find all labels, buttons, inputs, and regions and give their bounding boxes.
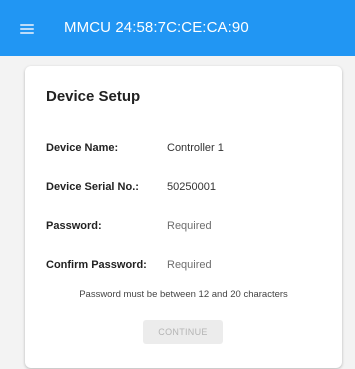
app-bar: MMCU 24:58:7C:CE:CA:90	[0, 0, 355, 56]
serial-number-label: Device Serial No.:	[46, 181, 139, 193]
device-setup-card: Device Setup Device Name: Controller 1 D…	[25, 66, 342, 368]
confirm-password-label: Confirm Password:	[46, 259, 147, 271]
device-name-field[interactable]: Controller 1	[167, 142, 224, 154]
device-name-label: Device Name:	[46, 142, 119, 154]
app-title: MMCU 24:58:7C:CE:CA:90	[64, 19, 249, 36]
serial-number-value: 50250001	[167, 181, 216, 193]
card-title: Device Setup	[46, 88, 141, 105]
continue-button[interactable]: CONTINUE	[143, 320, 223, 344]
confirm-password-field[interactable]: Required	[167, 259, 212, 271]
password-hint: Password must be between 12 and 20 chara…	[79, 289, 288, 300]
password-field[interactable]: Required	[167, 220, 212, 232]
password-label: Password:	[46, 220, 102, 232]
hamburger-menu-icon[interactable]	[20, 24, 34, 34]
